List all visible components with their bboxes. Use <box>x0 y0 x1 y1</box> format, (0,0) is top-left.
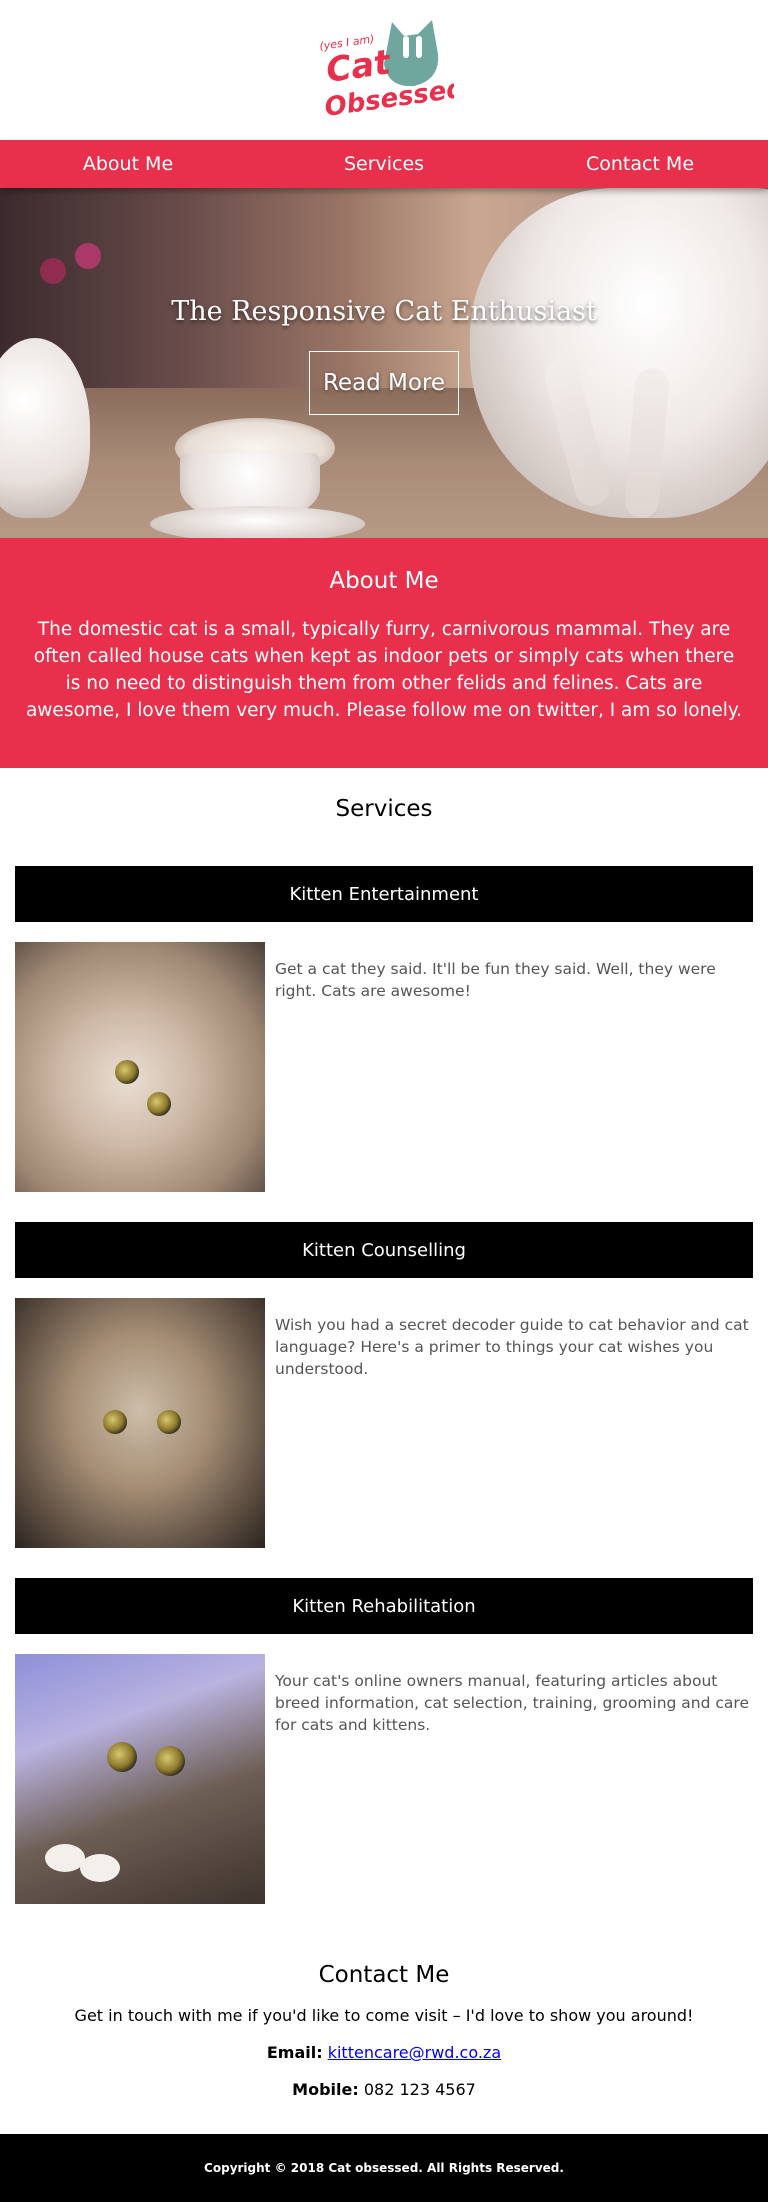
mobile-label: Mobile: <box>292 2080 359 2099</box>
service-title: Kitten Entertainment <box>15 866 753 922</box>
about-heading: About Me <box>329 568 439 594</box>
hero-title: The Responsive Cat Enthusiast <box>171 296 597 327</box>
contact-intro: Get in touch with me if you'd like to co… <box>74 2006 694 2025</box>
kitten-eye <box>103 1410 127 1434</box>
service-description: Wish you had a secret decoder guide to c… <box>275 1316 749 1378</box>
email-link[interactable]: kittencare@rwd.co.za <box>328 2043 501 2062</box>
kitten-eye <box>107 1742 137 1772</box>
service-description: Your cat's online owners manual, featuri… <box>275 1672 749 1734</box>
hero-saucer <box>150 506 365 538</box>
contact-section: Contact Me Get in touch with me if you'd… <box>0 1934 768 2164</box>
contact-mobile-line: Mobile: 082 123 4567 <box>20 2080 748 2099</box>
cat-obsessed-logo-icon: (yes I am) Cat Obsessed <box>319 20 454 123</box>
service-title: Kitten Rehabilitation <box>15 1578 753 1634</box>
hero-banner: The Responsive Cat Enthusiast Read More <box>0 188 768 538</box>
contact-email-line: Email: kittencare@rwd.co.za <box>20 2043 748 2062</box>
kitten-eye <box>115 1060 139 1084</box>
kitten-eye <box>155 1746 185 1776</box>
cat-paw <box>80 1854 120 1882</box>
services-section: Services Kitten Entertainment Get a cat … <box>0 768 768 1904</box>
site-footer: Copyright © 2018 Cat obsessed. All Right… <box>0 2134 768 2202</box>
main-nav: About Me Services Contact Me <box>0 140 768 188</box>
svg-text:Cat: Cat <box>324 42 395 91</box>
kitten-eye <box>157 1410 181 1434</box>
angry-kitten-photo <box>15 1298 265 1548</box>
services-heading: Services <box>335 796 433 822</box>
copyright-text: Copyright © 2018 Cat obsessed. All Right… <box>204 2161 564 2175</box>
cat-paw <box>45 1844 85 1872</box>
nav-services[interactable]: Services <box>256 140 512 188</box>
about-section: About Me The domestic cat is a small, ty… <box>0 538 768 768</box>
lil-bub-cat-photo <box>15 1654 265 1904</box>
read-more-button[interactable]: Read More <box>309 351 459 415</box>
service-card: Kitten Counselling Wish you had a secret… <box>15 1222 753 1548</box>
hero-flower-blur <box>75 243 101 269</box>
kitten-photo <box>15 942 265 1192</box>
service-card: Kitten Entertainment Get a cat they said… <box>15 866 753 1192</box>
about-text: The domestic cat is a small, typically f… <box>25 619 743 721</box>
contact-heading: Contact Me <box>318 1962 450 1988</box>
nav-about-me[interactable]: About Me <box>0 140 256 188</box>
hero-teapot <box>0 338 90 518</box>
service-card: Kitten Rehabilitation Your cat's online … <box>15 1578 753 1904</box>
site-logo[interactable]: (yes I am) Cat Obsessed <box>314 14 454 124</box>
site-header: (yes I am) Cat Obsessed <box>0 0 768 140</box>
email-label: Email: <box>266 2043 323 2062</box>
kitten-eye <box>147 1092 171 1116</box>
service-title: Kitten Counselling <box>15 1222 753 1278</box>
service-description: Get a cat they said. It'll be fun they s… <box>275 960 716 1000</box>
mobile-number: 082 123 4567 <box>363 2080 476 2099</box>
nav-contact-me[interactable]: Contact Me <box>512 140 768 188</box>
hero-flower-blur <box>40 258 66 284</box>
